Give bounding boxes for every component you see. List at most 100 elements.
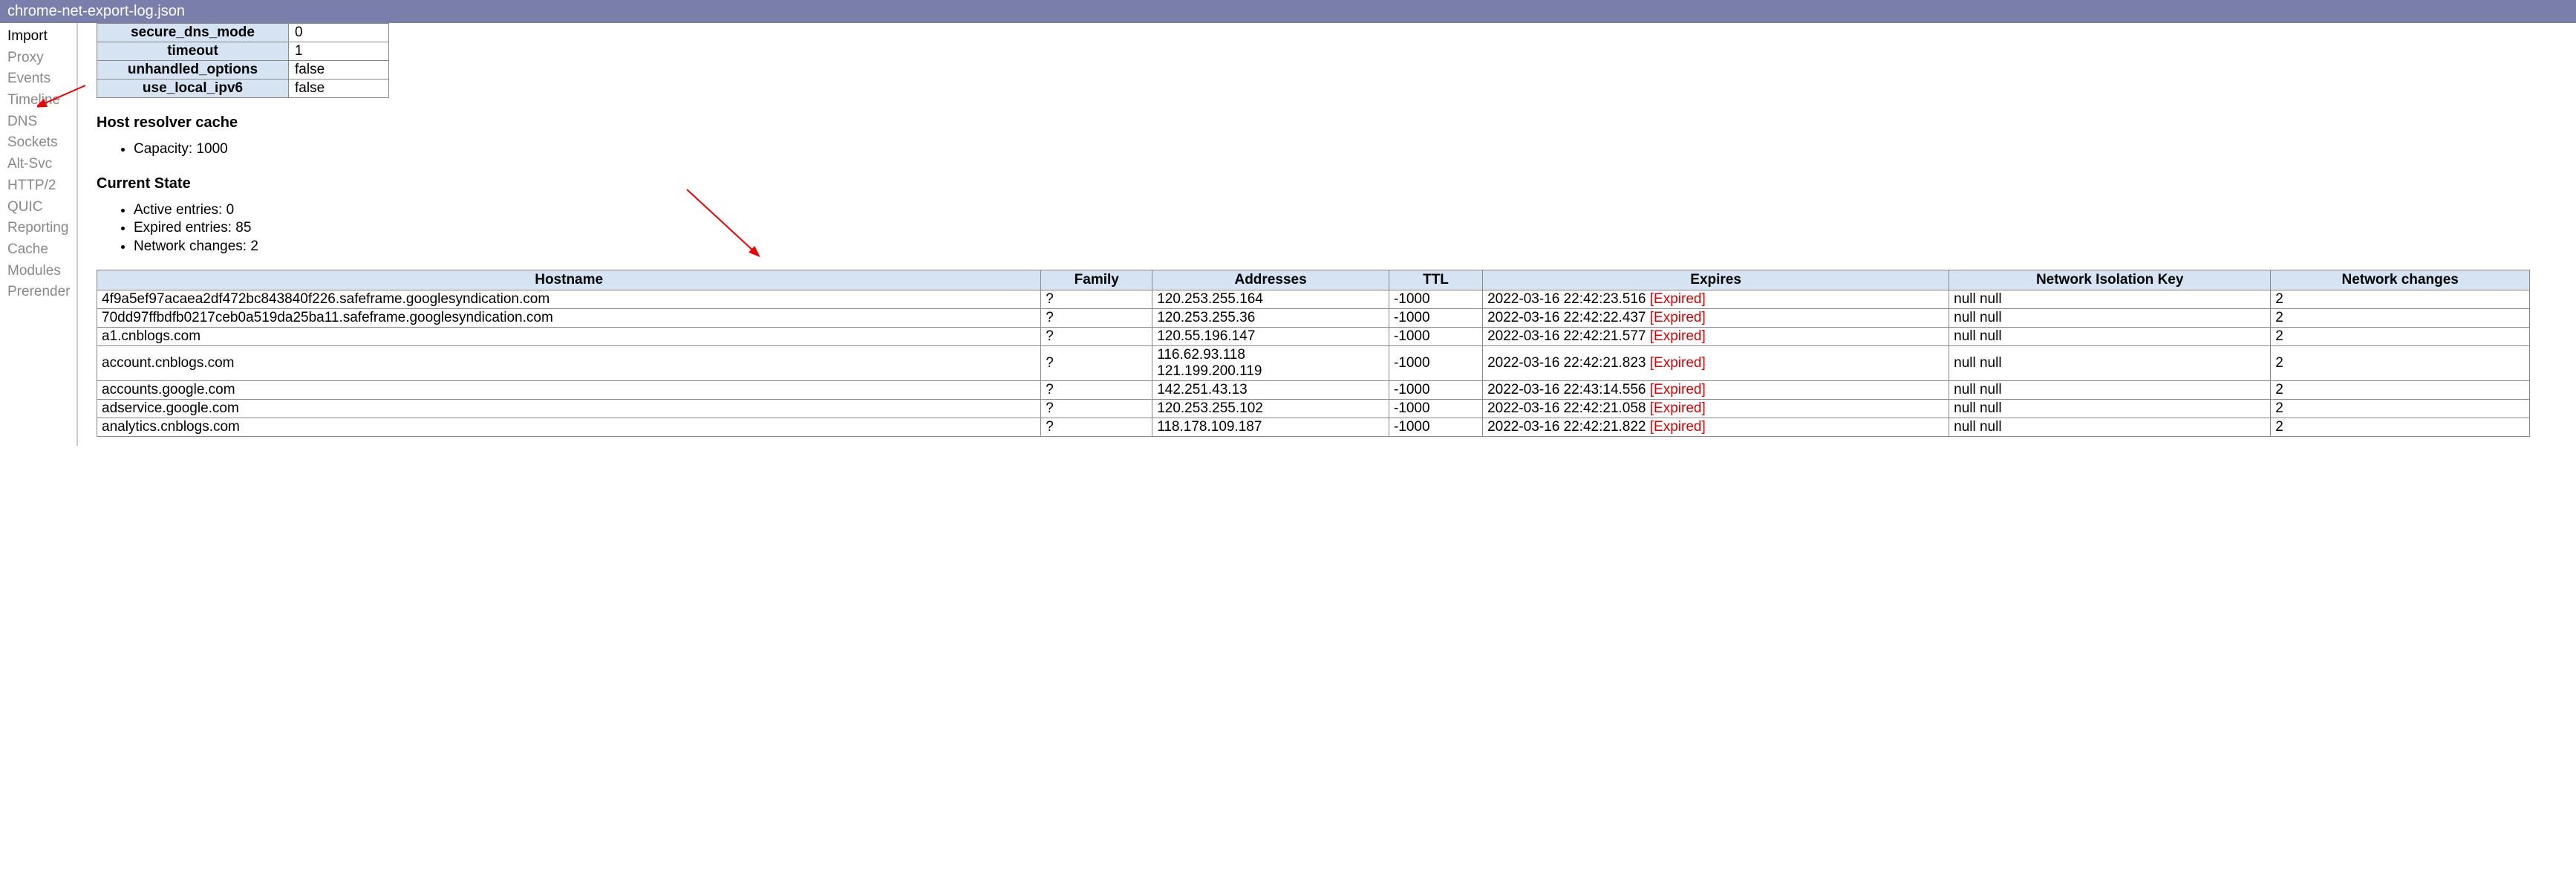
cell-family: ? xyxy=(1041,345,1152,380)
sidebar-item-quic[interactable]: QUIC xyxy=(0,197,76,218)
table-row: unhandled_options false xyxy=(97,61,389,79)
cell-expires: 2022-03-16 22:42:21.822 [Expired] xyxy=(1483,418,1949,436)
cell-changes: 2 xyxy=(2271,345,2530,380)
cell-expires: 2022-03-16 22:42:21.823 [Expired] xyxy=(1483,345,1949,380)
cell-expires: 2022-03-16 22:42:23.516 [Expired] xyxy=(1483,290,1949,308)
sidebar-item-dns[interactable]: DNS xyxy=(0,111,76,133)
cell-nik: null null xyxy=(1949,290,2271,308)
cell-ttl: -1000 xyxy=(1389,345,1482,380)
cell-ttl: -1000 xyxy=(1389,380,1482,399)
config-key: secure_dns_mode xyxy=(97,24,289,42)
table-row: use_local_ipv6 false xyxy=(97,79,389,98)
cell-addresses: 120.253.255.164 xyxy=(1152,290,1389,308)
sidebar-item-modules[interactable]: Modules xyxy=(0,261,76,282)
sidebar-item-http2[interactable]: HTTP/2 xyxy=(0,175,76,197)
cell-addresses: 120.55.196.147 xyxy=(1152,327,1389,345)
sidebar-item-proxy[interactable]: Proxy xyxy=(0,48,76,69)
config-key: use_local_ipv6 xyxy=(97,79,289,98)
cell-nik: null null xyxy=(1949,418,2271,436)
table-row: adservice.google.com?120.253.255.102-100… xyxy=(97,399,2530,418)
cell-hostname: 70dd97ffbdfb0217ceb0a519da25ba11.safefra… xyxy=(97,308,1041,327)
table-row: 70dd97ffbdfb0217ceb0a519da25ba11.safefra… xyxy=(97,308,2530,327)
sidebar: Import Proxy Events Timeline DNS Sockets… xyxy=(0,23,78,446)
config-value: 1 xyxy=(289,42,389,61)
sidebar-item-events[interactable]: Events xyxy=(0,68,76,90)
header-changes: Network changes xyxy=(2271,270,2530,290)
table-row: analytics.cnblogs.com?118.178.109.187-10… xyxy=(97,418,2530,436)
cell-hostname: analytics.cnblogs.com xyxy=(97,418,1041,436)
cell-ttl: -1000 xyxy=(1389,327,1482,345)
sidebar-item-sockets[interactable]: Sockets xyxy=(0,132,76,154)
cell-hostname: adservice.google.com xyxy=(97,399,1041,418)
sidebar-item-timeline[interactable]: Timeline xyxy=(0,90,76,111)
cell-family: ? xyxy=(1041,380,1152,399)
table-row: a1.cnblogs.com?120.55.196.147-10002022-0… xyxy=(97,327,2530,345)
cell-addresses: 142.251.43.13 xyxy=(1152,380,1389,399)
cell-ttl: -1000 xyxy=(1389,308,1482,327)
sidebar-item-alt-svc[interactable]: Alt-Svc xyxy=(0,154,76,175)
current-state-heading: Current State xyxy=(97,175,2567,192)
capacity-item: Capacity: 1000 xyxy=(134,140,2567,159)
sidebar-item-prerender[interactable]: Prerender xyxy=(0,282,76,303)
config-value: false xyxy=(289,79,389,98)
header-ttl: TTL xyxy=(1389,270,1482,290)
cell-expires: 2022-03-16 22:42:21.058 [Expired] xyxy=(1483,399,1949,418)
sidebar-item-cache[interactable]: Cache xyxy=(0,239,76,261)
config-table: secure_dns_mode 0 timeout 1 unhandled_op… xyxy=(97,23,389,98)
expired-badge: [Expired] xyxy=(1650,291,1706,307)
cell-hostname: 4f9a5ef97acaea2df472bc843840f226.safefra… xyxy=(97,290,1041,308)
active-entries-item: Active entries: 0 xyxy=(134,201,2567,220)
expired-badge: [Expired] xyxy=(1650,419,1706,435)
cell-changes: 2 xyxy=(2271,290,2530,308)
cell-addresses: 116.62.93.118 121.199.200.119 xyxy=(1152,345,1389,380)
cell-hostname: accounts.google.com xyxy=(97,380,1041,399)
table-row: account.cnblogs.com?116.62.93.118 121.19… xyxy=(97,345,2530,380)
expired-badge: [Expired] xyxy=(1650,382,1706,397)
config-value: false xyxy=(289,61,389,79)
table-row: accounts.google.com?142.251.43.13-100020… xyxy=(97,380,2530,399)
table-row: 4f9a5ef97acaea2df472bc843840f226.safefra… xyxy=(97,290,2530,308)
cell-nik: null null xyxy=(1949,308,2271,327)
host-cache-list: Capacity: 1000 xyxy=(134,140,2567,159)
cell-ttl: -1000 xyxy=(1389,399,1482,418)
current-state-list: Active entries: 0 Expired entries: 85 Ne… xyxy=(134,201,2567,256)
expired-badge: [Expired] xyxy=(1650,355,1706,371)
sidebar-item-import[interactable]: Import xyxy=(0,26,76,48)
config-key: timeout xyxy=(97,42,289,61)
sidebar-item-reporting[interactable]: Reporting xyxy=(0,218,76,239)
cell-expires: 2022-03-16 22:43:14.556 [Expired] xyxy=(1483,380,1949,399)
main-content: secure_dns_mode 0 timeout 1 unhandled_op… xyxy=(78,23,2576,446)
cell-hostname: account.cnblogs.com xyxy=(97,345,1041,380)
network-changes-item: Network changes: 2 xyxy=(134,238,2567,256)
cell-family: ? xyxy=(1041,308,1152,327)
cell-expires: 2022-03-16 22:42:21.577 [Expired] xyxy=(1483,327,1949,345)
cell-changes: 2 xyxy=(2271,327,2530,345)
header-nik: Network Isolation Key xyxy=(1949,270,2271,290)
cell-expires: 2022-03-16 22:42:22.437 [Expired] xyxy=(1483,308,1949,327)
cell-changes: 2 xyxy=(2271,380,2530,399)
config-value: 0 xyxy=(289,24,389,42)
header-expires: Expires xyxy=(1483,270,1949,290)
header-addresses: Addresses xyxy=(1152,270,1389,290)
cell-nik: null null xyxy=(1949,345,2271,380)
cache-table: Hostname Family Addresses TTL Expires Ne… xyxy=(97,270,2530,437)
layout: Import Proxy Events Timeline DNS Sockets… xyxy=(0,23,2576,446)
expired-badge: [Expired] xyxy=(1650,310,1706,325)
cell-changes: 2 xyxy=(2271,418,2530,436)
table-header-row: Hostname Family Addresses TTL Expires Ne… xyxy=(97,270,2530,290)
cell-addresses: 118.178.109.187 xyxy=(1152,418,1389,436)
titlebar: chrome-net-export-log.json xyxy=(0,0,2576,23)
table-row: timeout 1 xyxy=(97,42,389,61)
header-family: Family xyxy=(1041,270,1152,290)
cell-family: ? xyxy=(1041,399,1152,418)
cell-nik: null null xyxy=(1949,380,2271,399)
cell-ttl: -1000 xyxy=(1389,418,1482,436)
host-cache-heading: Host resolver cache xyxy=(97,114,2567,131)
cell-addresses: 120.253.255.102 xyxy=(1152,399,1389,418)
cell-nik: null null xyxy=(1949,327,2271,345)
cell-ttl: -1000 xyxy=(1389,290,1482,308)
expired-badge: [Expired] xyxy=(1650,400,1706,416)
cell-family: ? xyxy=(1041,290,1152,308)
expired-entries-item: Expired entries: 85 xyxy=(134,219,2567,238)
header-hostname: Hostname xyxy=(97,270,1041,290)
